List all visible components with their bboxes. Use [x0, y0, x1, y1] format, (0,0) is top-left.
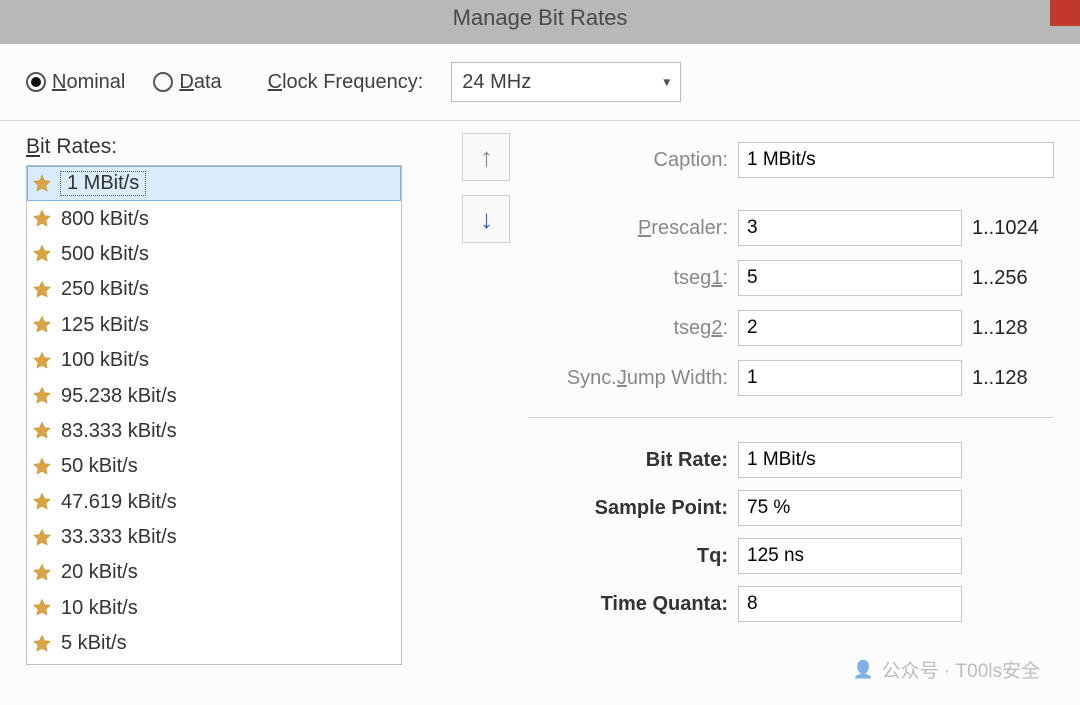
tseg2-input[interactable] [738, 310, 962, 346]
timequanta-result [738, 586, 962, 622]
prescaler-label: Prescaler: [528, 217, 728, 240]
tseg1-range: 1..256 [972, 267, 1054, 290]
radio-dot-icon [153, 72, 173, 92]
bitrate-result [738, 442, 962, 478]
list-item-label: 800 kBit/s [61, 208, 149, 231]
tseg2-range: 1..128 [972, 317, 1054, 340]
window-title: Manage Bit Rates [453, 5, 628, 30]
star-icon [31, 420, 53, 442]
tq-label: Tq: [528, 545, 728, 568]
sjw-input[interactable] [738, 360, 962, 396]
star-icon [31, 385, 53, 407]
list-item-label: 83.333 kBit/s [61, 420, 177, 443]
radio-data[interactable]: Data [153, 71, 221, 94]
bit-rates-label: Bit Rates: [26, 135, 462, 159]
samplepoint-result [738, 490, 962, 526]
star-icon [31, 456, 53, 478]
tq-result [738, 538, 962, 574]
title-bar: Manage Bit Rates [0, 0, 1080, 44]
move-down-button[interactable]: ↓ [462, 195, 510, 243]
list-item[interactable]: 95.238 kBit/s [27, 378, 401, 413]
list-item[interactable]: 250 kBit/s [27, 272, 401, 307]
radio-dot-icon [26, 72, 46, 92]
list-item[interactable]: 10 kBit/s [27, 591, 401, 626]
list-item-label: 10 kBit/s [61, 597, 138, 620]
star-icon [31, 527, 53, 549]
star-icon [31, 279, 53, 301]
sjw-label: Sync.Jump Width: [528, 367, 728, 390]
list-item-label: 100 kBit/s [61, 349, 149, 372]
clock-frequency-label: Clock Frequency: [268, 71, 424, 94]
star-icon [31, 314, 53, 336]
list-item-label: 125 kBit/s [61, 314, 149, 337]
star-icon [31, 633, 53, 655]
star-icon [31, 173, 53, 195]
list-item[interactable]: 125 kBit/s [27, 308, 401, 343]
list-item-label: 1 MBit/s [61, 172, 145, 195]
list-item[interactable]: 50 kBit/s [27, 449, 401, 484]
prescaler-range: 1..1024 [972, 217, 1054, 240]
star-icon [31, 597, 53, 619]
clock-frequency-select[interactable]: 24 MHz ▾ [451, 62, 681, 102]
list-item[interactable]: 20 kBit/s [27, 555, 401, 590]
close-button[interactable] [1050, 0, 1080, 26]
list-item-label: 95.238 kBit/s [61, 385, 177, 408]
tseg1-input[interactable] [738, 260, 962, 296]
tseg1-label: tseg1: [528, 267, 728, 290]
toolbar: Nominal Data Clock Frequency: 24 MHz ▾ [0, 44, 1080, 121]
samplepoint-label: Sample Point: [528, 497, 728, 520]
bitrate-result-label: Bit Rate: [528, 449, 728, 472]
arrow-down-icon: ↓ [480, 204, 493, 235]
list-item-label: 500 kBit/s [61, 243, 149, 266]
timequanta-label: Time Quanta: [528, 593, 728, 616]
list-item-label: 50 kBit/s [61, 455, 138, 478]
list-item[interactable]: 1 MBit/s [27, 166, 401, 201]
radio-nominal[interactable]: Nominal [26, 71, 125, 94]
list-item[interactable]: 800 kBit/s [27, 201, 401, 236]
list-item-label: 33.333 kBit/s [61, 526, 177, 549]
divider [528, 417, 1054, 418]
list-item-label: 20 kBit/s [61, 561, 138, 584]
star-icon [31, 491, 53, 513]
list-item[interactable]: 500 kBit/s [27, 237, 401, 272]
list-item[interactable]: 100 kBit/s [27, 343, 401, 378]
chevron-down-icon: ▾ [663, 74, 670, 91]
sjw-range: 1..128 [972, 367, 1054, 390]
list-item[interactable]: 83.333 kBit/s [27, 414, 401, 449]
star-icon [31, 562, 53, 584]
prescaler-input[interactable] [738, 210, 962, 246]
star-icon [31, 208, 53, 230]
list-item[interactable]: 5 kBit/s [27, 626, 401, 661]
list-item[interactable]: 47.619 kBit/s [27, 485, 401, 520]
list-item[interactable]: 33.333 kBit/s [27, 520, 401, 555]
list-item-label: 250 kBit/s [61, 278, 149, 301]
tseg2-label: tseg2: [528, 317, 728, 340]
caption-input[interactable] [738, 142, 1054, 178]
arrow-up-icon: ↑ [480, 142, 493, 173]
star-icon [31, 350, 53, 372]
caption-label: Caption: [528, 149, 728, 172]
list-item-label: 5 kBit/s [61, 632, 127, 655]
list-item-label: 47.619 kBit/s [61, 491, 177, 514]
star-icon [31, 243, 53, 265]
bit-rates-list[interactable]: 1 MBit/s 800 kBit/s 500 kBit/s 250 kBit/s 12… [26, 165, 402, 665]
move-up-button[interactable]: ↑ [462, 133, 510, 181]
